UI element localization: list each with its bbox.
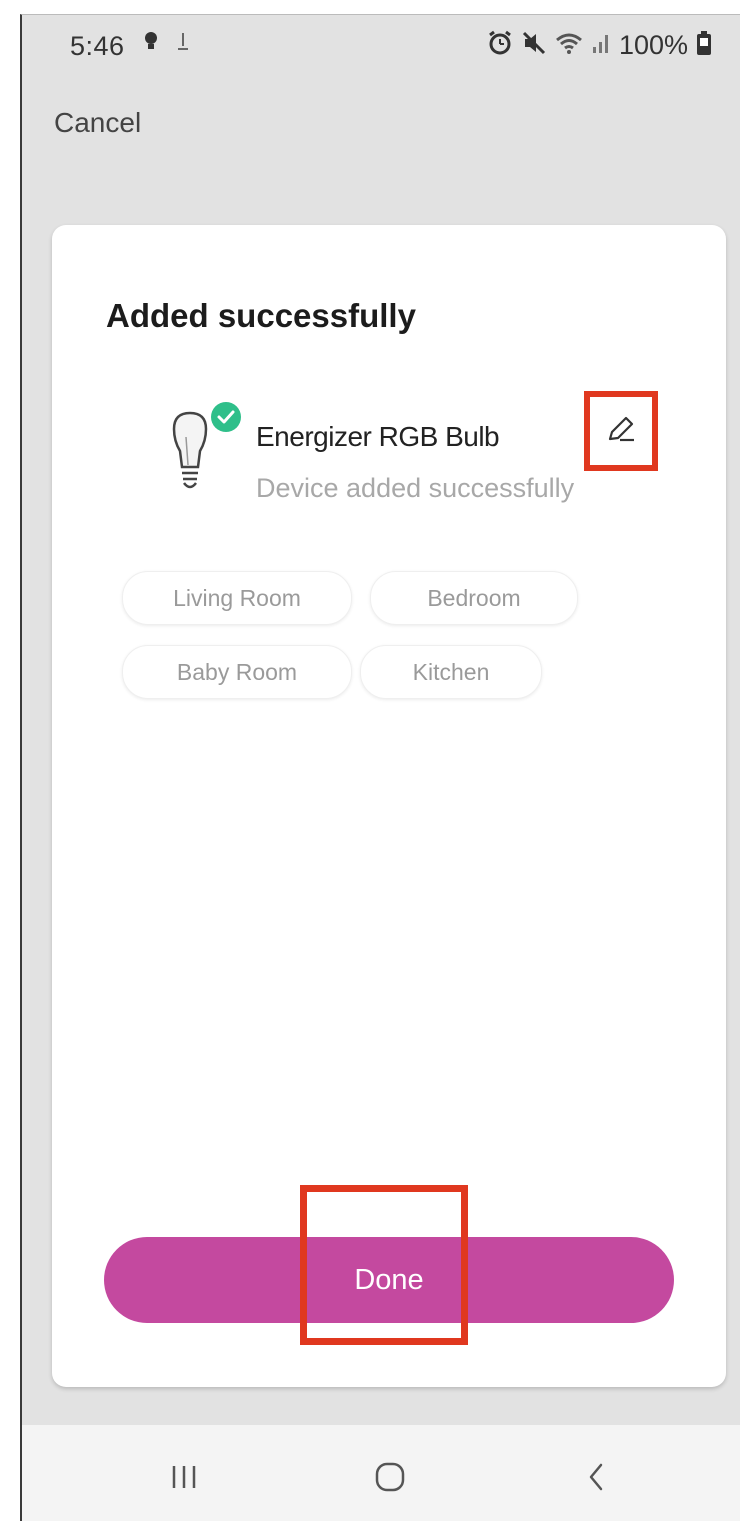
cancel-button[interactable]: Cancel	[54, 107, 141, 139]
wifi-icon	[555, 31, 583, 60]
nav-bar	[22, 1425, 740, 1521]
battery-percent: 100%	[618, 30, 688, 60]
room-chip-kitchen[interactable]: Kitchen	[360, 645, 542, 699]
done-label: Done	[354, 1263, 424, 1296]
mute-icon	[521, 30, 547, 61]
room-chip-bedroom[interactable]: Bedroom	[370, 571, 578, 625]
alarm-icon	[487, 30, 513, 61]
lightbulb-icon	[144, 31, 158, 58]
status-bar: 5:46 100%	[22, 15, 740, 77]
battery-icon	[696, 30, 712, 61]
phone-screen: 5:46 100% Cancel Added successfully Ener…	[20, 14, 740, 1521]
done-button[interactable]: Done	[104, 1237, 674, 1323]
signal-icon	[591, 31, 611, 60]
pencil-icon	[604, 412, 638, 451]
edit-name-button[interactable]	[584, 391, 658, 471]
device-name: Energizer RGB Bulb	[256, 421, 500, 452]
check-badge-icon	[210, 401, 242, 438]
room-chip-baby-room[interactable]: Baby Room	[122, 645, 352, 699]
download-icon	[176, 31, 190, 58]
home-icon[interactable]	[368, 1455, 412, 1499]
device-status: Device added successfully	[256, 473, 575, 503]
status-time: 5:46	[70, 31, 125, 61]
room-chip-living-room[interactable]: Living Room	[122, 571, 352, 625]
status-right: 100%	[487, 30, 712, 61]
status-left-icons	[144, 31, 190, 58]
card-title: Added successfully	[106, 297, 416, 334]
recent-apps-icon[interactable]	[162, 1455, 206, 1499]
back-icon[interactable]	[574, 1455, 618, 1499]
success-card: Added successfully Energizer RGB Bulb De…	[52, 225, 726, 1387]
